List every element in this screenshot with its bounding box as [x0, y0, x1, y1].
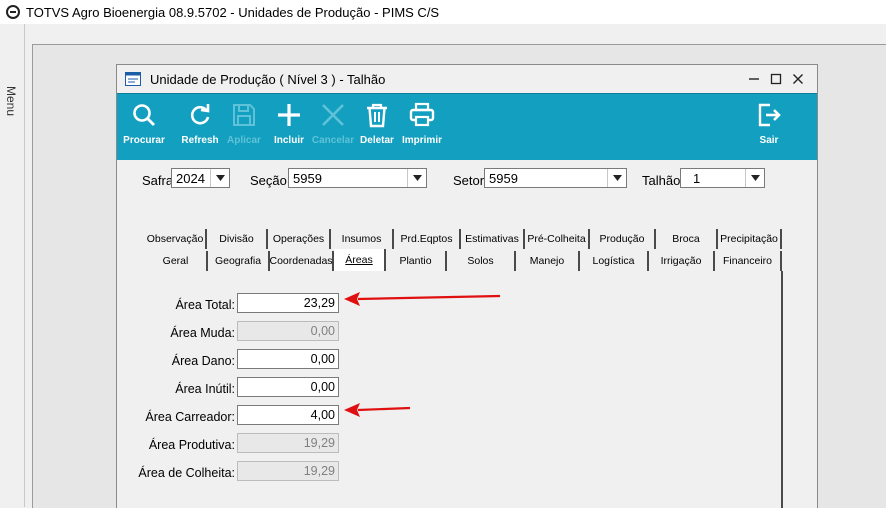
annotation-arrow-icon	[344, 403, 411, 417]
tab-panel-border	[781, 271, 783, 508]
tab-estimativas[interactable]: Estimativas	[461, 229, 525, 249]
area-colheita-label: Área de Colheita:	[138, 466, 235, 480]
exit-icon	[758, 103, 781, 127]
minimize-icon	[749, 78, 759, 80]
area-inutil-label: Área Inútil:	[175, 382, 235, 396]
tab-divisao[interactable]: Divisão	[207, 229, 268, 249]
side-menu-label[interactable]: Menu	[4, 86, 18, 116]
secao-value: 5959	[293, 171, 322, 186]
setor-select[interactable]: 5959	[484, 168, 627, 188]
procurar-button[interactable]: Procurar	[123, 94, 165, 160]
tab-precipitacao[interactable]: Precipitação	[718, 229, 782, 249]
talhao-label: Talhão:	[642, 173, 684, 188]
deletar-label: Deletar	[360, 135, 394, 146]
maximize-button[interactable]	[765, 69, 787, 89]
refresh-label: Refresh	[181, 135, 219, 146]
refresh-icon	[190, 104, 210, 125]
aplicar-button[interactable]: Aplicar	[224, 94, 264, 160]
talhao-value: 1	[693, 171, 701, 186]
incluir-button[interactable]: Incluir	[269, 94, 309, 160]
setor-label: Setor:	[453, 173, 488, 188]
toolbar: Procurar Refresh Aplicar Incluir Cancela…	[117, 93, 817, 160]
tab-insumos[interactable]: Insumos	[331, 229, 394, 249]
tab-areas[interactable]: Áreas	[334, 249, 386, 271]
tab-manejo[interactable]: Manejo	[516, 251, 580, 271]
imprimir-label: Imprimir	[401, 135, 442, 146]
tab-financeiro[interactable]: Financeiro	[715, 251, 782, 271]
safra-select[interactable]: 2024	[171, 168, 230, 188]
area-colheita-input: 19,29	[237, 461, 339, 481]
tab-producao[interactable]: Produção	[590, 229, 656, 249]
tab-logistica[interactable]: Logística	[580, 251, 649, 271]
tab-irrigacao[interactable]: Irrigação	[649, 251, 715, 271]
cancelar-button[interactable]: Cancelar	[312, 94, 354, 160]
cancelar-label: Cancelar	[311, 135, 355, 146]
tab-plantio[interactable]: Plantio	[386, 251, 447, 271]
chevron-down-icon[interactable]	[407, 169, 426, 187]
cancel-x-icon	[322, 104, 344, 126]
area-inutil-input[interactable]: 0,00	[237, 377, 339, 397]
sair-button[interactable]: Sair	[753, 94, 785, 160]
tab-pre-colheita[interactable]: Pré-Colheita	[525, 229, 590, 249]
area-muda-input: 0,00	[237, 321, 339, 341]
tab-observacao[interactable]: Observação	[145, 229, 207, 249]
tab-operacoes[interactable]: Operações	[268, 229, 331, 249]
chevron-down-icon[interactable]	[745, 169, 764, 187]
app-titlebar: TOTVS Agro Bioenergia 08.9.5702 - Unidad…	[0, 0, 886, 24]
area-muda-label: Área Muda:	[170, 326, 235, 340]
area-total-label: Área Total:	[175, 298, 235, 312]
aplicar-label: Aplicar	[227, 135, 261, 146]
close-button[interactable]	[787, 69, 809, 89]
printer-icon	[409, 102, 435, 127]
window-title: Unidade de Produção ( Nível 3 ) - Talhão	[150, 71, 386, 87]
secao-label: Seção:	[250, 173, 291, 188]
chevron-down-icon[interactable]	[210, 169, 229, 187]
minimize-button[interactable]	[743, 69, 765, 89]
procurar-label: Procurar	[123, 135, 165, 146]
save-icon	[233, 104, 255, 126]
secao-select[interactable]: 5959	[288, 168, 427, 188]
window-titlebar[interactable]: Unidade de Produção ( Nível 3 ) - Talhão	[117, 65, 817, 93]
area-carreador-input[interactable]: 4,00	[237, 405, 339, 425]
annotation-arrow-icon	[344, 292, 501, 306]
app-title: TOTVS Agro Bioenergia 08.9.5702 - Unidad…	[26, 4, 440, 20]
talhao-window: Unidade de Produção ( Nível 3 ) - Talhão…	[116, 64, 818, 508]
plus-icon	[278, 104, 300, 126]
tab-coordenadas[interactable]: Coordenadas	[269, 251, 334, 271]
tab-prd-eqptos[interactable]: Prd.Eqptos	[394, 229, 461, 249]
area-dano-input[interactable]: 0,00	[237, 349, 339, 369]
deletar-button[interactable]: Deletar	[357, 94, 397, 160]
tab-geral[interactable]: Geral	[145, 251, 208, 271]
safra-value: 2024	[176, 171, 205, 186]
side-menu[interactable]: Menu	[0, 24, 25, 507]
talhao-select[interactable]: 1	[680, 168, 765, 188]
area-produtiva-label: Área Produtiva:	[148, 438, 235, 452]
trash-icon	[367, 103, 387, 128]
filter-bar: Safra: 2024 Seção: 5959 Setor: 5959 Talh…	[117, 165, 817, 195]
setor-value: 5959	[489, 171, 518, 186]
maximize-icon	[770, 73, 782, 85]
area-total-input[interactable]: 23,29	[237, 293, 339, 313]
chevron-down-icon[interactable]	[607, 169, 626, 187]
incluir-label: Incluir	[273, 135, 304, 146]
form-icon	[125, 72, 141, 86]
area-dano-label: Área Dano:	[171, 354, 235, 368]
close-icon	[793, 74, 803, 84]
sair-label: Sair	[759, 135, 779, 146]
tab-solos[interactable]: Solos	[447, 251, 516, 271]
area-carreador-label: Área Carreador:	[145, 410, 235, 424]
area-produtiva-input: 19,29	[237, 433, 339, 453]
imprimir-button[interactable]: Imprimir	[400, 94, 444, 160]
refresh-button[interactable]: Refresh	[180, 94, 220, 160]
search-icon	[133, 104, 155, 126]
tab-broca[interactable]: Broca	[656, 229, 718, 249]
totvs-logo-icon	[6, 5, 20, 19]
tab-geografia[interactable]: Geografia	[208, 251, 270, 271]
